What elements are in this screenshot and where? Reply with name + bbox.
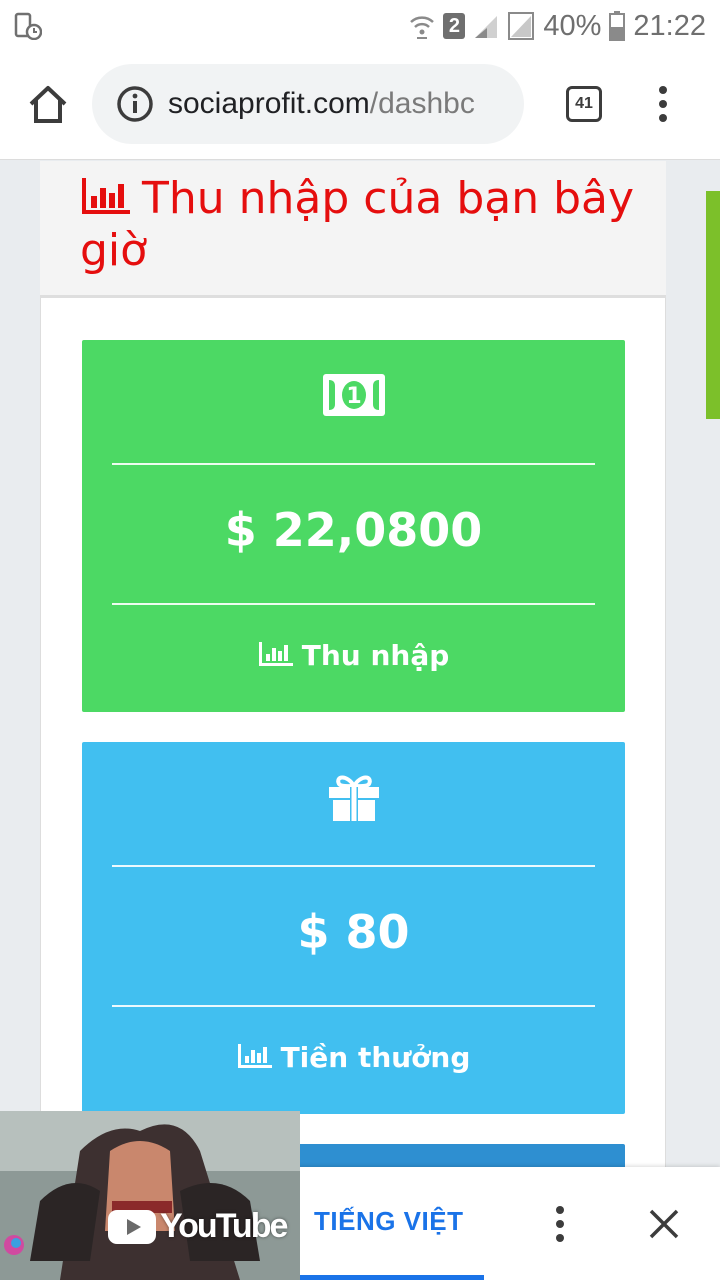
earnings-amount: $ 22,0800	[224, 503, 483, 557]
video-thumbnail[interactable]: YouTube	[0, 1111, 300, 1280]
language-tab-indicator	[300, 1275, 484, 1280]
youtube-logo-text: YouTube	[160, 1207, 288, 1245]
bar-chart-icon	[237, 1044, 272, 1068]
page-title-text: Thu nhập của bạn bây giờ	[80, 173, 635, 276]
battery-percent: 40%	[543, 9, 602, 42]
close-icon[interactable]	[646, 1206, 682, 1242]
earnings-label-text: Thu nhập	[301, 639, 450, 672]
banner-more-icon[interactable]	[546, 1204, 574, 1244]
bar-chart-icon	[258, 642, 293, 666]
bonus-label-text: Tiền thưởng	[280, 1041, 471, 1074]
more-menu-icon[interactable]	[648, 82, 678, 126]
earnings-card[interactable]: 1 $ 22,0800 Thu nhập	[82, 340, 625, 712]
divider	[112, 865, 595, 867]
svg-text:1: 1	[346, 384, 361, 409]
browser-toolbar: sociaprofit.com/dashbc 41	[0, 52, 720, 160]
language-tab[interactable]: TIẾNG VIỆT	[314, 1206, 463, 1237]
phone-clock-icon	[14, 12, 42, 40]
url-text[interactable]: sociaprofit.com/dashbc	[168, 87, 475, 121]
bonus-label[interactable]: Tiền thưởng	[82, 1038, 625, 1078]
panel-heading: Thu nhập của bạn bây giờ	[40, 161, 666, 298]
status-bar: 2 40% 21:22	[0, 0, 720, 52]
side-accent	[706, 191, 720, 419]
video-character-image	[0, 1111, 300, 1280]
home-icon[interactable]	[26, 82, 70, 126]
bonus-amount: $ 80	[297, 905, 410, 959]
clock: 21:22	[633, 9, 706, 42]
youtube-logo: YouTube	[108, 1207, 288, 1246]
gift-icon	[328, 775, 379, 821]
tab-switcher-button[interactable]: 41	[566, 86, 602, 122]
url-domain: sociaprofit.com	[168, 87, 370, 120]
divider	[112, 1005, 595, 1007]
youtube-play-icon	[108, 1209, 156, 1244]
info-icon[interactable]	[116, 85, 154, 123]
page-title: Thu nhập của bạn bây giờ	[80, 173, 640, 277]
money-bill-icon: 1	[322, 374, 385, 416]
divider	[112, 463, 595, 465]
address-bar[interactable]: sociaprofit.com/dashbc	[92, 64, 524, 144]
bonus-card[interactable]: $ 80 Tiền thưởng	[82, 742, 625, 1114]
battery-icon	[609, 11, 626, 41]
signal-icon	[475, 16, 498, 38]
url-path: /dashbc	[369, 87, 475, 120]
bar-chart-icon	[82, 178, 130, 214]
sim-badge: 2	[443, 13, 466, 39]
wifi-icon	[410, 16, 435, 39]
signal-empty-icon	[508, 12, 535, 40]
divider	[112, 603, 595, 605]
earnings-label[interactable]: Thu nhập	[82, 636, 625, 676]
